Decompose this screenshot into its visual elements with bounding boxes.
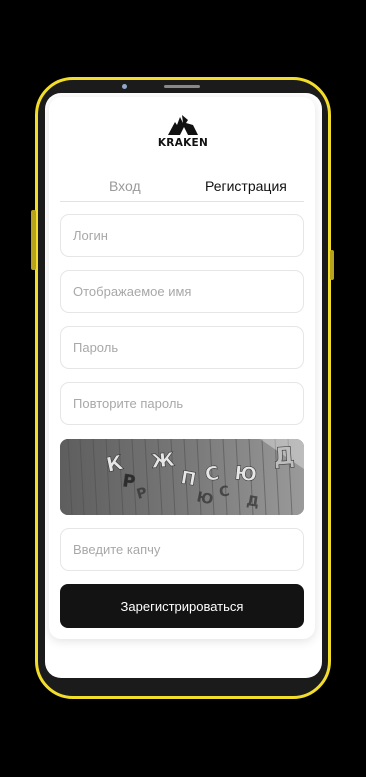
tab-login[interactable]: Вход [109, 178, 141, 194]
captcha-image: К Р Ж П С Ю Д Р Ю С Д [60, 439, 304, 515]
kraken-logo-icon [168, 115, 198, 135]
auth-tabs: Вход Регистрация [60, 175, 304, 202]
registration-card: KRAKEN Вход Регистрация Логин Отображаем… [49, 97, 315, 639]
captcha-char: Ю [233, 462, 257, 486]
app-stage: KRAKEN Вход Регистрация Логин Отображаем… [0, 0, 366, 777]
display-name-input[interactable] [60, 270, 304, 313]
captcha-char: Д [245, 493, 260, 511]
tab-register[interactable]: Регистрация [205, 178, 287, 194]
brand-name: KRAKEN [157, 137, 209, 149]
login-input[interactable] [60, 214, 304, 257]
phone-speaker [164, 85, 200, 88]
brand-logo: KRAKEN [157, 114, 209, 154]
captcha-char: Д [272, 442, 295, 471]
repeat-password-input[interactable] [60, 382, 304, 425]
phone-camera [122, 84, 127, 89]
register-button[interactable]: Зарегистрироваться [60, 584, 304, 628]
phone-power-button [330, 250, 334, 280]
captcha-input[interactable] [60, 528, 304, 571]
password-input[interactable] [60, 326, 304, 369]
phone-screen: KRAKEN Вход Регистрация Логин Отображаем… [45, 93, 322, 678]
captcha-char: Ю [195, 489, 214, 508]
phone-volume-button [31, 210, 36, 270]
captcha-char: Ж [150, 449, 175, 473]
